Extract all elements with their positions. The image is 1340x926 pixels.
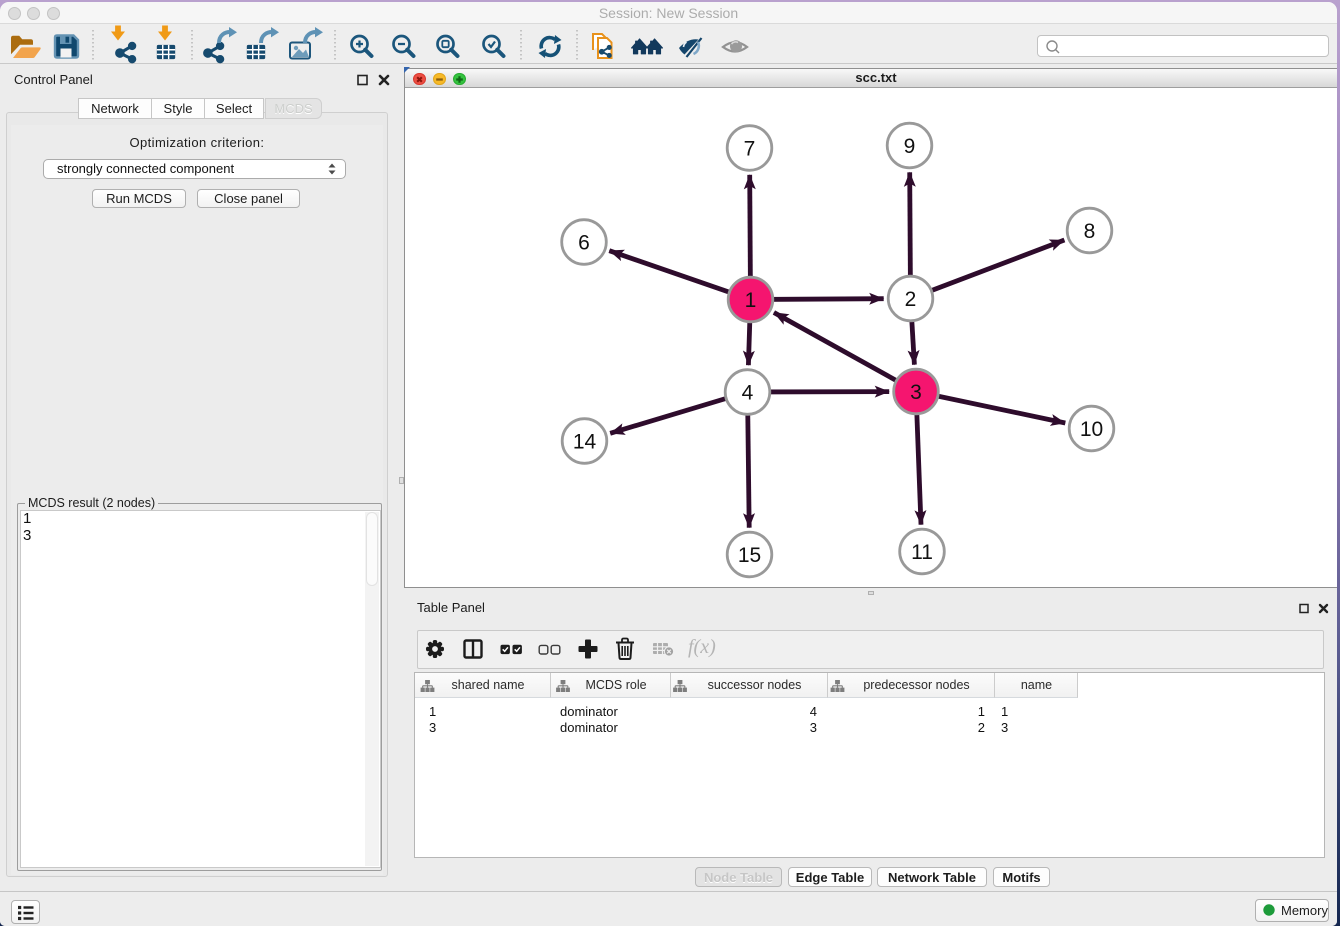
svg-text:6: 6 bbox=[578, 232, 590, 255]
svg-text:7: 7 bbox=[744, 138, 756, 161]
svg-text:15: 15 bbox=[738, 544, 761, 567]
svg-text:3: 3 bbox=[910, 381, 922, 404]
svg-text:9: 9 bbox=[904, 135, 916, 158]
svg-text:8: 8 bbox=[1084, 220, 1096, 243]
svg-text:14: 14 bbox=[573, 431, 597, 454]
svg-text:1: 1 bbox=[745, 289, 757, 312]
svg-text:11: 11 bbox=[911, 541, 933, 564]
svg-text:10: 10 bbox=[1080, 418, 1103, 441]
svg-text:2: 2 bbox=[905, 288, 917, 311]
svg-text:4: 4 bbox=[742, 382, 754, 405]
